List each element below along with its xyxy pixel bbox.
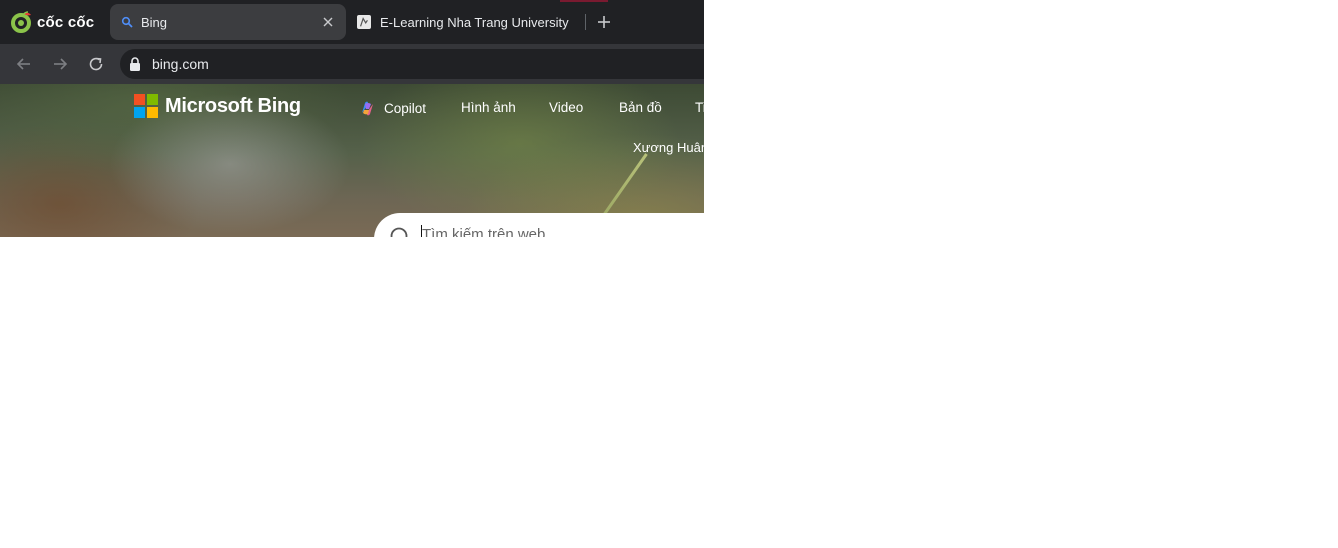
address-bar[interactable]: bing.com (120, 49, 704, 79)
close-icon[interactable] (320, 14, 336, 30)
search-box[interactable] (374, 213, 704, 237)
bing-logo-text: Microsoft Bing (165, 94, 301, 117)
nav-copilot-label: Copilot (384, 101, 427, 116)
search-icon[interactable] (389, 226, 411, 237)
address-bar-url: bing.com (152, 56, 209, 72)
back-arrow-icon[interactable] (14, 54, 34, 74)
nav-maps[interactable]: Bản đồ (619, 100, 662, 115)
site-favicon-icon (357, 15, 371, 29)
browser-brand-name: cốc cốc (37, 13, 95, 31)
search-icon (121, 16, 133, 28)
tab-title: Bing (141, 14, 168, 30)
tab-bing[interactable]: Bing (110, 4, 346, 40)
lock-icon[interactable] (129, 57, 141, 71)
microsoft-logo-icon (134, 94, 158, 118)
coccoc-logo-icon (11, 11, 31, 33)
user-account-name[interactable]: Xương Huân (633, 140, 704, 155)
tab-accent-line (560, 0, 608, 2)
tab-title: E-Learning Nha Trang University (380, 14, 569, 30)
forward-arrow-icon[interactable] (50, 54, 70, 74)
tab-separator (585, 14, 586, 30)
tab-strip: cốc cốc Bing E-Learning Nha Trang Univer… (0, 0, 704, 44)
tab-elearning[interactable]: E-Learning Nha Trang University (348, 4, 584, 40)
bing-logo[interactable]: Microsoft Bing (134, 94, 301, 118)
nav-images[interactable]: Hình ảnh (461, 100, 516, 115)
nav-copilot[interactable]: Copilot (359, 100, 426, 117)
browser-window: cốc cốc Bing E-Learning Nha Trang Univer… (0, 0, 704, 237)
copilot-icon (362, 101, 373, 116)
search-input[interactable] (422, 226, 704, 237)
reload-icon[interactable] (86, 54, 106, 74)
nav-more-truncated[interactable]: Ti (695, 100, 704, 115)
nav-video[interactable]: Video (549, 100, 583, 115)
browser-brand[interactable]: cốc cốc (11, 10, 94, 34)
bing-homepage: Microsoft Bing Copilot Hình ảnh Video Bả… (0, 84, 704, 237)
browser-toolbar: bing.com (0, 44, 704, 84)
new-tab-icon[interactable] (595, 13, 613, 31)
